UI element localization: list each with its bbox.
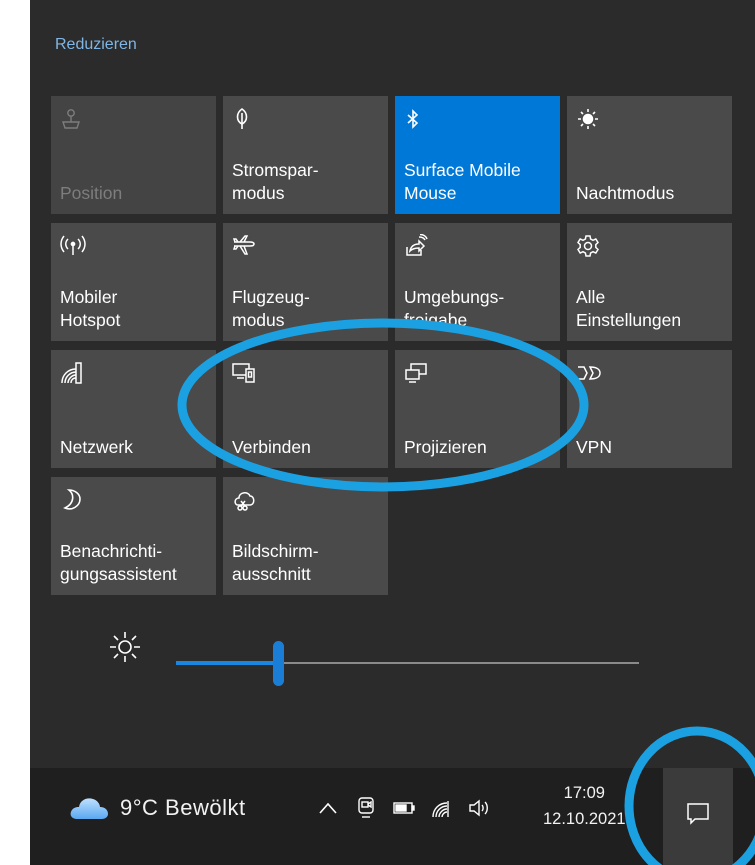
brightness-sun-icon bbox=[108, 630, 142, 664]
tile-project[interactable]: Projizieren bbox=[395, 350, 560, 468]
hotspot-icon bbox=[60, 233, 88, 259]
clock-date: 12.10.2021 bbox=[543, 810, 626, 828]
wifi-icon[interactable] bbox=[429, 795, 455, 821]
taskbar: 9°C Bewölkt 17:09 12.10.2021 bbox=[30, 768, 755, 865]
cloud-icon bbox=[68, 795, 110, 821]
chevron-up-icon[interactable] bbox=[315, 795, 341, 821]
system-tray bbox=[315, 788, 493, 828]
location-pin-icon bbox=[60, 106, 88, 132]
weather-text: 9°C Bewölkt bbox=[120, 795, 246, 820]
tile-label: Netzwerk bbox=[60, 437, 133, 457]
tile-bluetooth[interactable]: Surface Mobile Mouse bbox=[395, 96, 560, 214]
quick-actions-grid: Position Stromspar- modus Surface Mobile… bbox=[51, 96, 751, 606]
tile-label: Projizieren bbox=[404, 437, 487, 457]
snip-sketch-icon bbox=[232, 487, 260, 513]
brightness-slider-fill bbox=[176, 661, 278, 665]
tile-label: VPN bbox=[576, 437, 612, 457]
tile-focus-assist[interactable]: Benachrichti- gungsassistent bbox=[51, 477, 216, 595]
tile-label: Verbinden bbox=[232, 437, 311, 457]
night-light-sun-icon bbox=[576, 106, 604, 132]
tile-airplane-mode[interactable]: Flugzeug- modus bbox=[223, 223, 388, 341]
tile-label: Nachtmodus bbox=[576, 183, 675, 203]
brightness-slider-thumb[interactable] bbox=[272, 641, 284, 686]
action-center-icon bbox=[685, 802, 711, 831]
bluetooth-icon bbox=[404, 106, 432, 132]
tile-label: Mobiler Hotspot bbox=[60, 287, 121, 330]
tile-label: Stromspar- modus bbox=[232, 160, 319, 203]
focus-assist-moon-icon bbox=[60, 487, 88, 513]
gear-icon bbox=[576, 233, 604, 259]
network-wifi-icon bbox=[60, 360, 88, 386]
tile-vpn[interactable]: VPN bbox=[567, 350, 732, 468]
project-screens-icon bbox=[404, 360, 432, 386]
tile-label: Bildschirm- ausschnitt bbox=[232, 541, 319, 584]
tile-label: Umgebungs- freigabe bbox=[404, 287, 505, 330]
tile-label: Alle Einstellungen bbox=[576, 287, 682, 330]
action-center-button[interactable] bbox=[663, 768, 733, 865]
weather-widget[interactable]: 9°C Bewölkt bbox=[68, 788, 246, 828]
battery-saver-leaf-icon bbox=[232, 106, 260, 132]
airplane-icon bbox=[232, 233, 260, 259]
clock-time: 17:09 bbox=[563, 784, 605, 802]
nearby-share-icon bbox=[404, 233, 432, 259]
brightness-control bbox=[30, 610, 755, 710]
tile-label: Flugzeug- modus bbox=[232, 287, 310, 330]
battery-icon[interactable] bbox=[391, 795, 417, 821]
tile-all-settings[interactable]: Alle Einstellungen bbox=[567, 223, 732, 341]
tile-label: Position bbox=[60, 183, 123, 203]
volume-icon[interactable] bbox=[467, 795, 493, 821]
system-clock[interactable]: 17:09 12.10.2021 bbox=[543, 780, 626, 832]
tile-night-light[interactable]: Nachtmodus bbox=[567, 96, 732, 214]
tile-battery-saver[interactable]: Stromspar- modus bbox=[223, 96, 388, 214]
tile-label: Benachrichti- gungsassistent bbox=[60, 541, 177, 584]
tile-connect[interactable]: Verbinden bbox=[223, 350, 388, 468]
vpn-icon bbox=[576, 360, 604, 386]
tile-mobile-hotspot[interactable]: Mobiler Hotspot bbox=[51, 223, 216, 341]
collapse-link[interactable]: Reduzieren bbox=[55, 36, 137, 54]
tile-nearby-share[interactable]: Umgebungs- freigabe bbox=[395, 223, 560, 341]
tile-label: Surface Mobile Mouse bbox=[404, 160, 521, 203]
tile-network[interactable]: Netzwerk bbox=[51, 350, 216, 468]
action-center-panel: Reduzieren Position Stromspar- modus Sur… bbox=[30, 0, 755, 768]
tile-position[interactable]: Position bbox=[51, 96, 216, 214]
tile-screen-snip[interactable]: Bildschirm- ausschnitt bbox=[223, 477, 388, 595]
meet-now-icon[interactable] bbox=[353, 795, 379, 821]
connect-devices-icon bbox=[232, 360, 260, 386]
